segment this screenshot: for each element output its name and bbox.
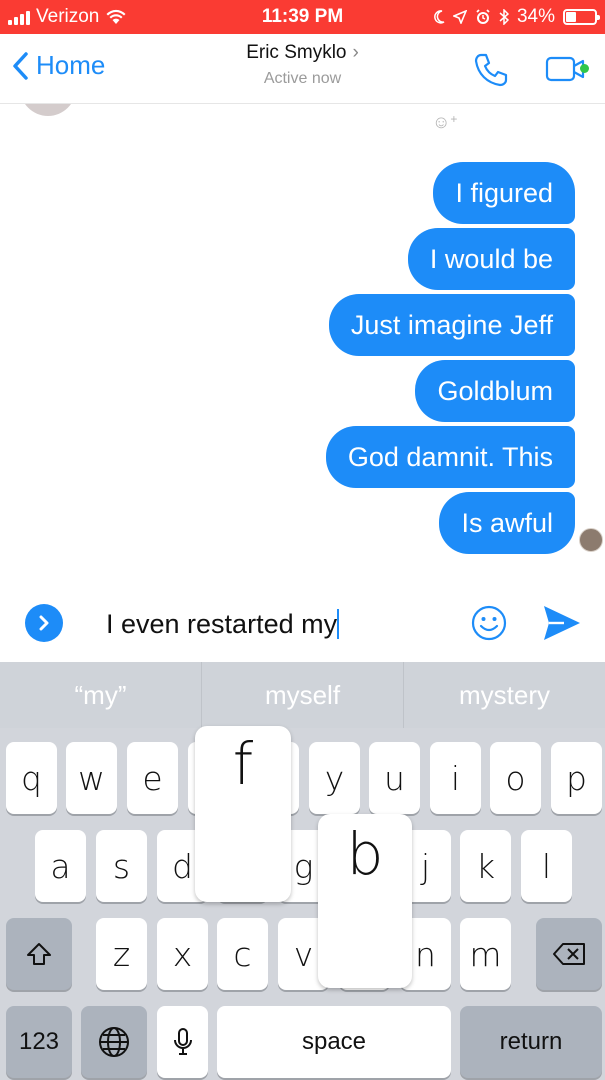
- key-o[interactable]: o: [490, 742, 541, 814]
- message-bubble[interactable]: God damnit. This: [325, 426, 575, 488]
- smile-icon[interactable]: [470, 604, 508, 642]
- shift-icon: [27, 943, 51, 965]
- key-p[interactable]: p: [551, 742, 602, 814]
- key-m[interactable]: m: [460, 918, 511, 990]
- key-u[interactable]: u: [369, 742, 420, 814]
- composer-bar: I even restarted my: [0, 590, 605, 662]
- key-a[interactable]: a: [35, 830, 86, 902]
- alarm-icon: [476, 9, 490, 24]
- presence-status: Active now: [263, 70, 342, 87]
- key-q[interactable]: q: [6, 742, 57, 814]
- key-popup-letter: f: [232, 730, 254, 798]
- contact-name: Eric Smyklo: [246, 42, 347, 63]
- battery-icon: [563, 9, 600, 25]
- return-key[interactable]: return: [460, 1006, 602, 1078]
- key-popup-f: f: [195, 726, 291, 902]
- globe-key[interactable]: [81, 1006, 147, 1078]
- key-l[interactable]: l: [521, 830, 572, 902]
- status-right: 34%: [433, 6, 600, 28]
- online-indicator: [580, 64, 589, 73]
- key-x[interactable]: x: [157, 918, 208, 990]
- phone-icon[interactable]: [473, 52, 509, 88]
- shift-key[interactable]: [6, 918, 72, 990]
- text-caret: [337, 609, 340, 639]
- bluetooth-icon: [499, 9, 509, 25]
- key-s[interactable]: s: [96, 830, 147, 902]
- backspace-key[interactable]: [536, 918, 602, 990]
- message-input-text: I even restarted my: [106, 609, 338, 639]
- chat-header: Home Eric Smyklo › Active now: [0, 34, 605, 104]
- moon-icon: [434, 10, 445, 24]
- chevron-right-icon: ›: [352, 42, 359, 63]
- suggestion-item[interactable]: myself: [202, 662, 404, 728]
- message-input[interactable]: I even restarted my: [88, 594, 518, 652]
- message-bubble[interactable]: Goldblum: [415, 360, 575, 422]
- key-e[interactable]: e: [127, 742, 178, 814]
- suggestion-item[interactable]: “my”: [0, 662, 202, 728]
- message-bubble[interactable]: I figured: [433, 162, 575, 224]
- battery-percent: 34%: [516, 6, 555, 27]
- contact-title[interactable]: Eric Smyklo › Active now: [0, 42, 605, 88]
- key-c[interactable]: c: [217, 918, 268, 990]
- space-key[interactable]: space: [217, 1006, 451, 1078]
- key-popup-letter: b: [346, 820, 384, 888]
- message-bubble[interactable]: Just imagine Jeff: [328, 294, 575, 356]
- location-icon: [452, 10, 467, 24]
- seen-avatar: [579, 528, 603, 552]
- dictation-key[interactable]: [157, 1006, 208, 1078]
- add-reaction-icon[interactable]: ☺+: [432, 112, 457, 133]
- numbers-key[interactable]: 123: [6, 1006, 72, 1078]
- key-z[interactable]: z: [96, 918, 147, 990]
- message-bubble[interactable]: Is awful: [439, 492, 575, 554]
- contact-avatar: [20, 104, 76, 116]
- suggestion-bar: “my” myself mystery: [0, 662, 605, 728]
- expand-button[interactable]: [25, 604, 63, 642]
- key-y[interactable]: y: [309, 742, 360, 814]
- keyboard: “my” myself mystery q w e r t y u i o p …: [0, 662, 605, 1080]
- message-thread[interactable]: ☺+ I figured I would be Just imagine Jef…: [0, 104, 605, 590]
- chevron-right-icon: [39, 615, 49, 631]
- key-i[interactable]: i: [430, 742, 481, 814]
- send-icon[interactable]: [542, 604, 582, 642]
- status-bar: Verizon 11:39 PM 34%: [0, 0, 605, 34]
- key-w[interactable]: w: [66, 742, 117, 814]
- backspace-icon: [553, 943, 585, 965]
- suggestion-item[interactable]: mystery: [404, 662, 605, 728]
- globe-icon: [99, 1027, 129, 1057]
- key-popup-b: b: [318, 814, 412, 988]
- mic-icon: [173, 1028, 192, 1055]
- message-bubble[interactable]: I would be: [407, 228, 575, 290]
- key-k[interactable]: k: [460, 830, 511, 902]
